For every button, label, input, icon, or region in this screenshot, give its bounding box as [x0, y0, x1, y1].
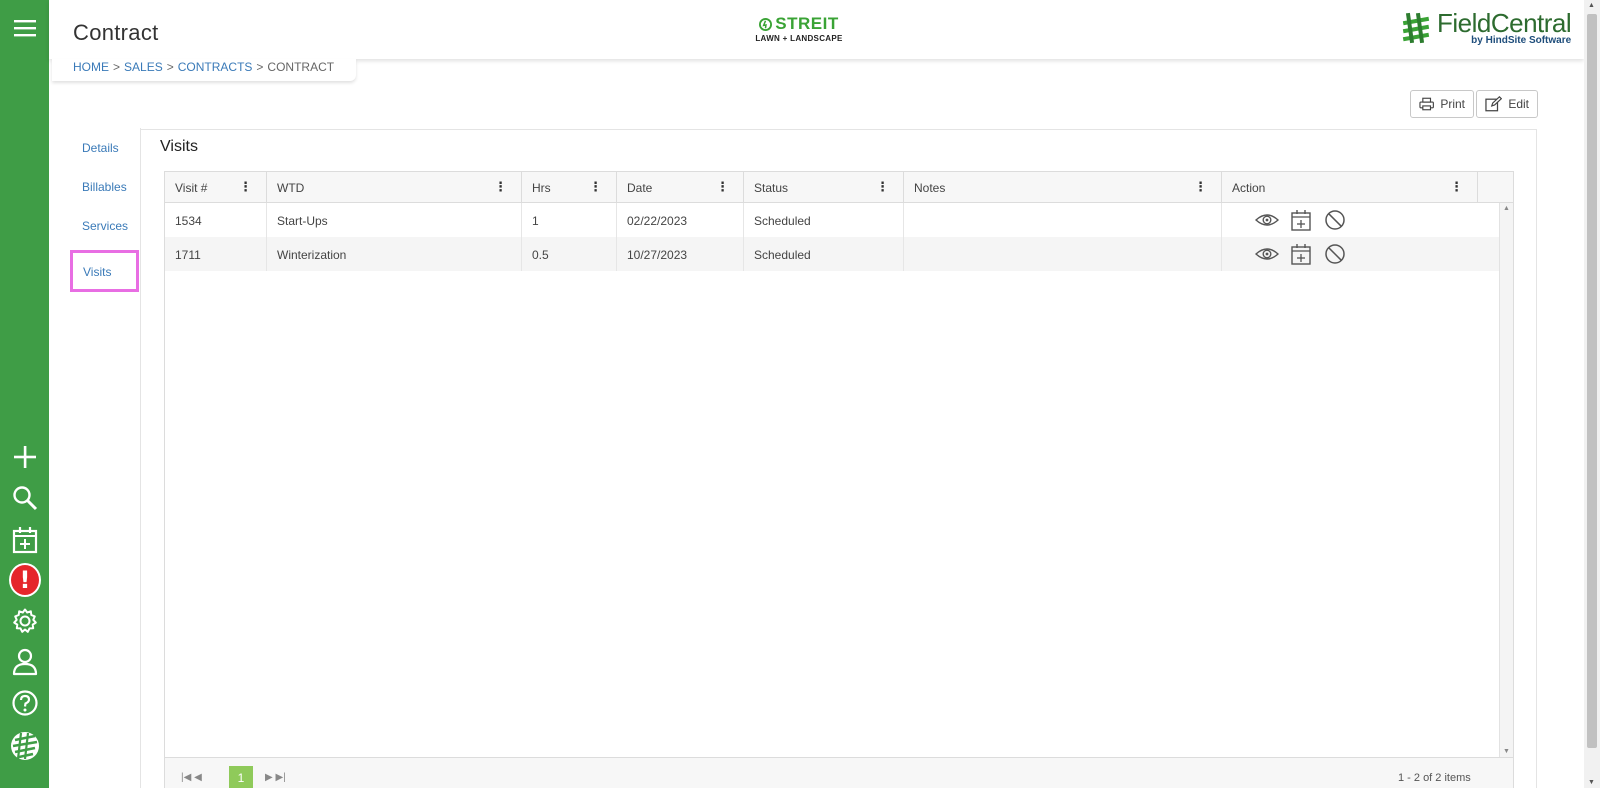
column-menu-icon[interactable]: ⋮ [589, 180, 602, 193]
panel-title: Visits [160, 138, 198, 155]
schedule-icon[interactable] [1289, 208, 1313, 232]
view-icon[interactable] [1254, 208, 1280, 232]
tab-services[interactable]: Services [82, 219, 128, 233]
breadcrumb: HOME > SALES > CONTRACTS > CONTRACT [52, 59, 357, 81]
leaf-icon [759, 17, 773, 31]
table-row[interactable]: 1711 Winterization 0.5 10/27/2023 Schedu… [165, 237, 1500, 271]
pager-info: 1 - 2 of 2 items [1398, 772, 1471, 784]
search-icon[interactable] [9, 482, 41, 514]
app-name: FieldCentral [1437, 8, 1572, 38]
menu-icon[interactable] [9, 12, 41, 44]
cell-visit: 1534 [165, 203, 267, 237]
grid-scrollbar[interactable]: ▲ ▼ [1499, 203, 1513, 757]
cell-hrs: 1 [522, 203, 617, 237]
row-actions [1254, 242, 1347, 266]
schedule-icon[interactable] [1289, 242, 1313, 266]
cell-notes [904, 203, 1222, 237]
cell-date: 10/27/2023 [617, 237, 744, 271]
scroll-up-arrow[interactable]: ▲ [1588, 2, 1595, 9]
visits-grid: Visit # ⋮ WTD ⋮ Hrs ⋮ Date ⋮ Status ⋮ Notes ⋮ … [164, 171, 1514, 788]
column-header-notes[interactable]: Notes ⋮ [904, 172, 1222, 203]
cancel-icon[interactable] [1323, 242, 1347, 266]
fieldcentral-logo-icon [1402, 12, 1430, 44]
company-subtitle: LAWN + LANDSCAPE [755, 34, 843, 43]
edit-icon [1485, 96, 1503, 112]
cell-notes [904, 237, 1222, 271]
column-menu-icon[interactable]: ⋮ [239, 180, 252, 193]
grid-scroll-down-arrow[interactable]: ▼ [1503, 748, 1510, 755]
tab-visits[interactable]: Visits [70, 250, 139, 292]
cell-status: Scheduled [744, 203, 904, 237]
grid-header: Visit # ⋮ WTD ⋮ Hrs ⋮ Date ⋮ Status ⋮ Notes ⋮ … [165, 172, 1513, 203]
pager-page-button[interactable]: 1 [229, 766, 253, 788]
column-menu-icon[interactable]: ⋮ [1450, 180, 1463, 193]
column-menu-icon[interactable]: ⋮ [876, 180, 889, 193]
column-header-wtd[interactable]: WTD ⋮ [267, 172, 522, 203]
company-name: STREIT [775, 14, 839, 33]
cell-date: 02/22/2023 [617, 203, 744, 237]
page-title: Contract [73, 20, 159, 45]
breadcrumb-home[interactable]: HOME [73, 59, 109, 81]
logo-icon [9, 730, 41, 762]
breadcrumb-separator: > [113, 60, 121, 74]
left-rail: ! [0, 0, 49, 788]
grid-scroll-up-arrow[interactable]: ▲ [1503, 205, 1510, 212]
column-header-visit[interactable]: Visit # ⋮ [165, 172, 267, 203]
cancel-icon[interactable] [1323, 208, 1347, 232]
column-menu-icon[interactable]: ⋮ [1194, 180, 1207, 193]
view-icon[interactable] [1254, 242, 1280, 266]
company-logo: STREIT LAWN + LANDSCAPE [754, 14, 844, 43]
row-actions [1254, 208, 1347, 232]
breadcrumb-sales[interactable]: SALES [124, 59, 163, 81]
print-label: Print [1440, 97, 1465, 111]
edit-label: Edit [1508, 97, 1529, 111]
column-menu-icon[interactable]: ⋮ [494, 180, 507, 193]
page-scrollbar[interactable]: ▲ ▼ [1584, 0, 1600, 788]
column-header-status[interactable]: Status ⋮ [744, 172, 904, 203]
grid-pager: |◀ ◀ 1 ▶ ▶| 1 - 2 of 2 items [165, 757, 1513, 788]
column-header-hrs[interactable]: Hrs ⋮ [522, 172, 617, 203]
scroll-down-arrow[interactable]: ▼ [1588, 779, 1595, 786]
help-icon[interactable] [9, 687, 41, 719]
cell-status: Scheduled [744, 237, 904, 271]
breadcrumb-contracts[interactable]: CONTRACTS [178, 59, 253, 81]
breadcrumb-current: CONTRACT [267, 60, 335, 74]
app-logo: FieldCentral by HindSite Software [1399, 8, 1572, 46]
breadcrumb-separator: > [166, 60, 174, 74]
pager-first-icon[interactable]: |◀ ◀ [181, 772, 202, 783]
cell-visit: 1711 [165, 237, 267, 271]
tab-billables[interactable]: Billables [82, 180, 127, 194]
user-icon[interactable] [9, 646, 41, 678]
alert-icon[interactable]: ! [9, 563, 41, 597]
cell-wtd: Start-Ups [267, 203, 522, 237]
top-header: Contract STREIT LAWN + LANDSCAPE FieldCe… [49, 0, 1584, 59]
calendar-add-icon[interactable] [9, 524, 41, 556]
settings-icon[interactable] [9, 605, 41, 637]
cell-wtd: Winterization [267, 237, 522, 271]
breadcrumb-separator: > [256, 60, 264, 74]
scrollbar-thumb[interactable] [1587, 14, 1597, 748]
column-header-action[interactable]: Action ⋮ [1222, 172, 1478, 203]
table-row[interactable]: 1534 Start-Ups 1 02/22/2023 Scheduled [165, 203, 1500, 237]
add-icon[interactable] [9, 441, 41, 473]
printer-icon [1419, 97, 1434, 111]
cell-hrs: 0.5 [522, 237, 617, 271]
column-menu-icon[interactable]: ⋮ [716, 180, 729, 193]
pager-next-icon[interactable]: ▶ ▶| [265, 772, 286, 783]
column-header-date[interactable]: Date ⋮ [617, 172, 744, 203]
print-button[interactable]: Print [1410, 90, 1474, 118]
tab-details[interactable]: Details [82, 141, 119, 155]
edit-button[interactable]: Edit [1476, 90, 1538, 118]
